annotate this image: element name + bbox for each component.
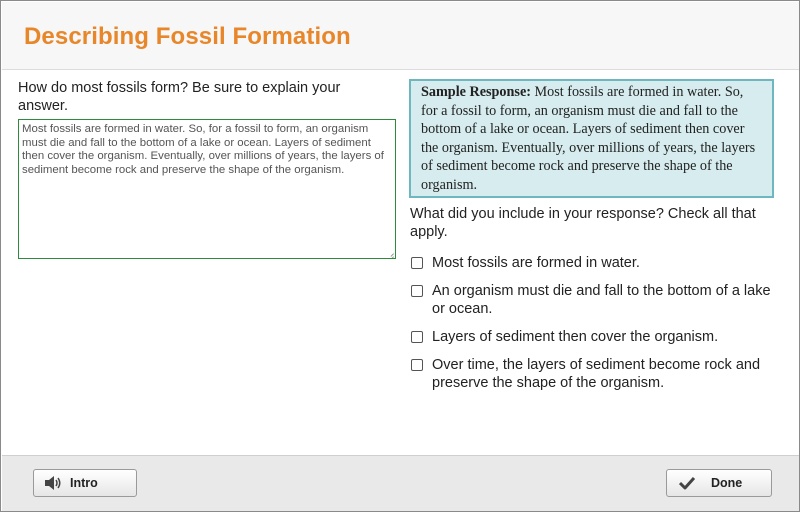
checkmark-icon xyxy=(679,476,695,490)
question-prompt: How do most fossils form? Be sure to exp… xyxy=(18,80,341,114)
checklist-prompt: What did you include in your response? C… xyxy=(410,206,756,240)
footer-bar: Intro Done xyxy=(2,455,799,511)
sample-response-text: Most fossils are formed in water. So, fo… xyxy=(421,84,756,193)
intro-button[interactable]: Intro xyxy=(33,469,137,497)
checkbox[interactable] xyxy=(411,285,423,297)
answer-textarea[interactable]: Most fossils are formed in water. So, fo… xyxy=(18,119,396,259)
checklist-option[interactable]: An organism must die and fall to the bot… xyxy=(411,282,772,318)
checklist-option-label: Over time, the layers of sediment become… xyxy=(432,357,761,391)
intro-button-label: Intro xyxy=(70,476,98,490)
checklist-option[interactable]: Layers of sediment then cover the organi… xyxy=(411,328,772,346)
checkbox[interactable] xyxy=(411,331,423,343)
header-bar: Describing Fossil Formation xyxy=(2,2,799,70)
done-button[interactable]: Done xyxy=(666,469,772,497)
speaker-icon xyxy=(44,475,62,491)
done-button-label: Done xyxy=(711,476,743,490)
checklist-option-label: An organism must die and fall to the bot… xyxy=(432,283,771,317)
answer-text: Most fossils are formed in water. So, fo… xyxy=(22,123,384,176)
activity-window: Describing Fossil Formation How do most … xyxy=(0,0,800,512)
checkbox[interactable] xyxy=(411,359,423,371)
page-title: Describing Fossil Formation xyxy=(24,23,351,50)
sample-response-box: Sample Response: Most fossils are formed… xyxy=(409,79,774,198)
checklist-option[interactable]: Most fossils are formed in water. xyxy=(411,254,772,272)
checklist-option-label: Most fossils are formed in water. xyxy=(432,255,640,271)
resize-grip-icon[interactable] xyxy=(386,249,394,257)
checkbox[interactable] xyxy=(411,257,423,269)
sample-response-label: Sample Response: xyxy=(421,84,531,100)
checklist-option-label: Layers of sediment then cover the organi… xyxy=(432,329,719,345)
checklist-option[interactable]: Over time, the layers of sediment become… xyxy=(411,356,772,392)
